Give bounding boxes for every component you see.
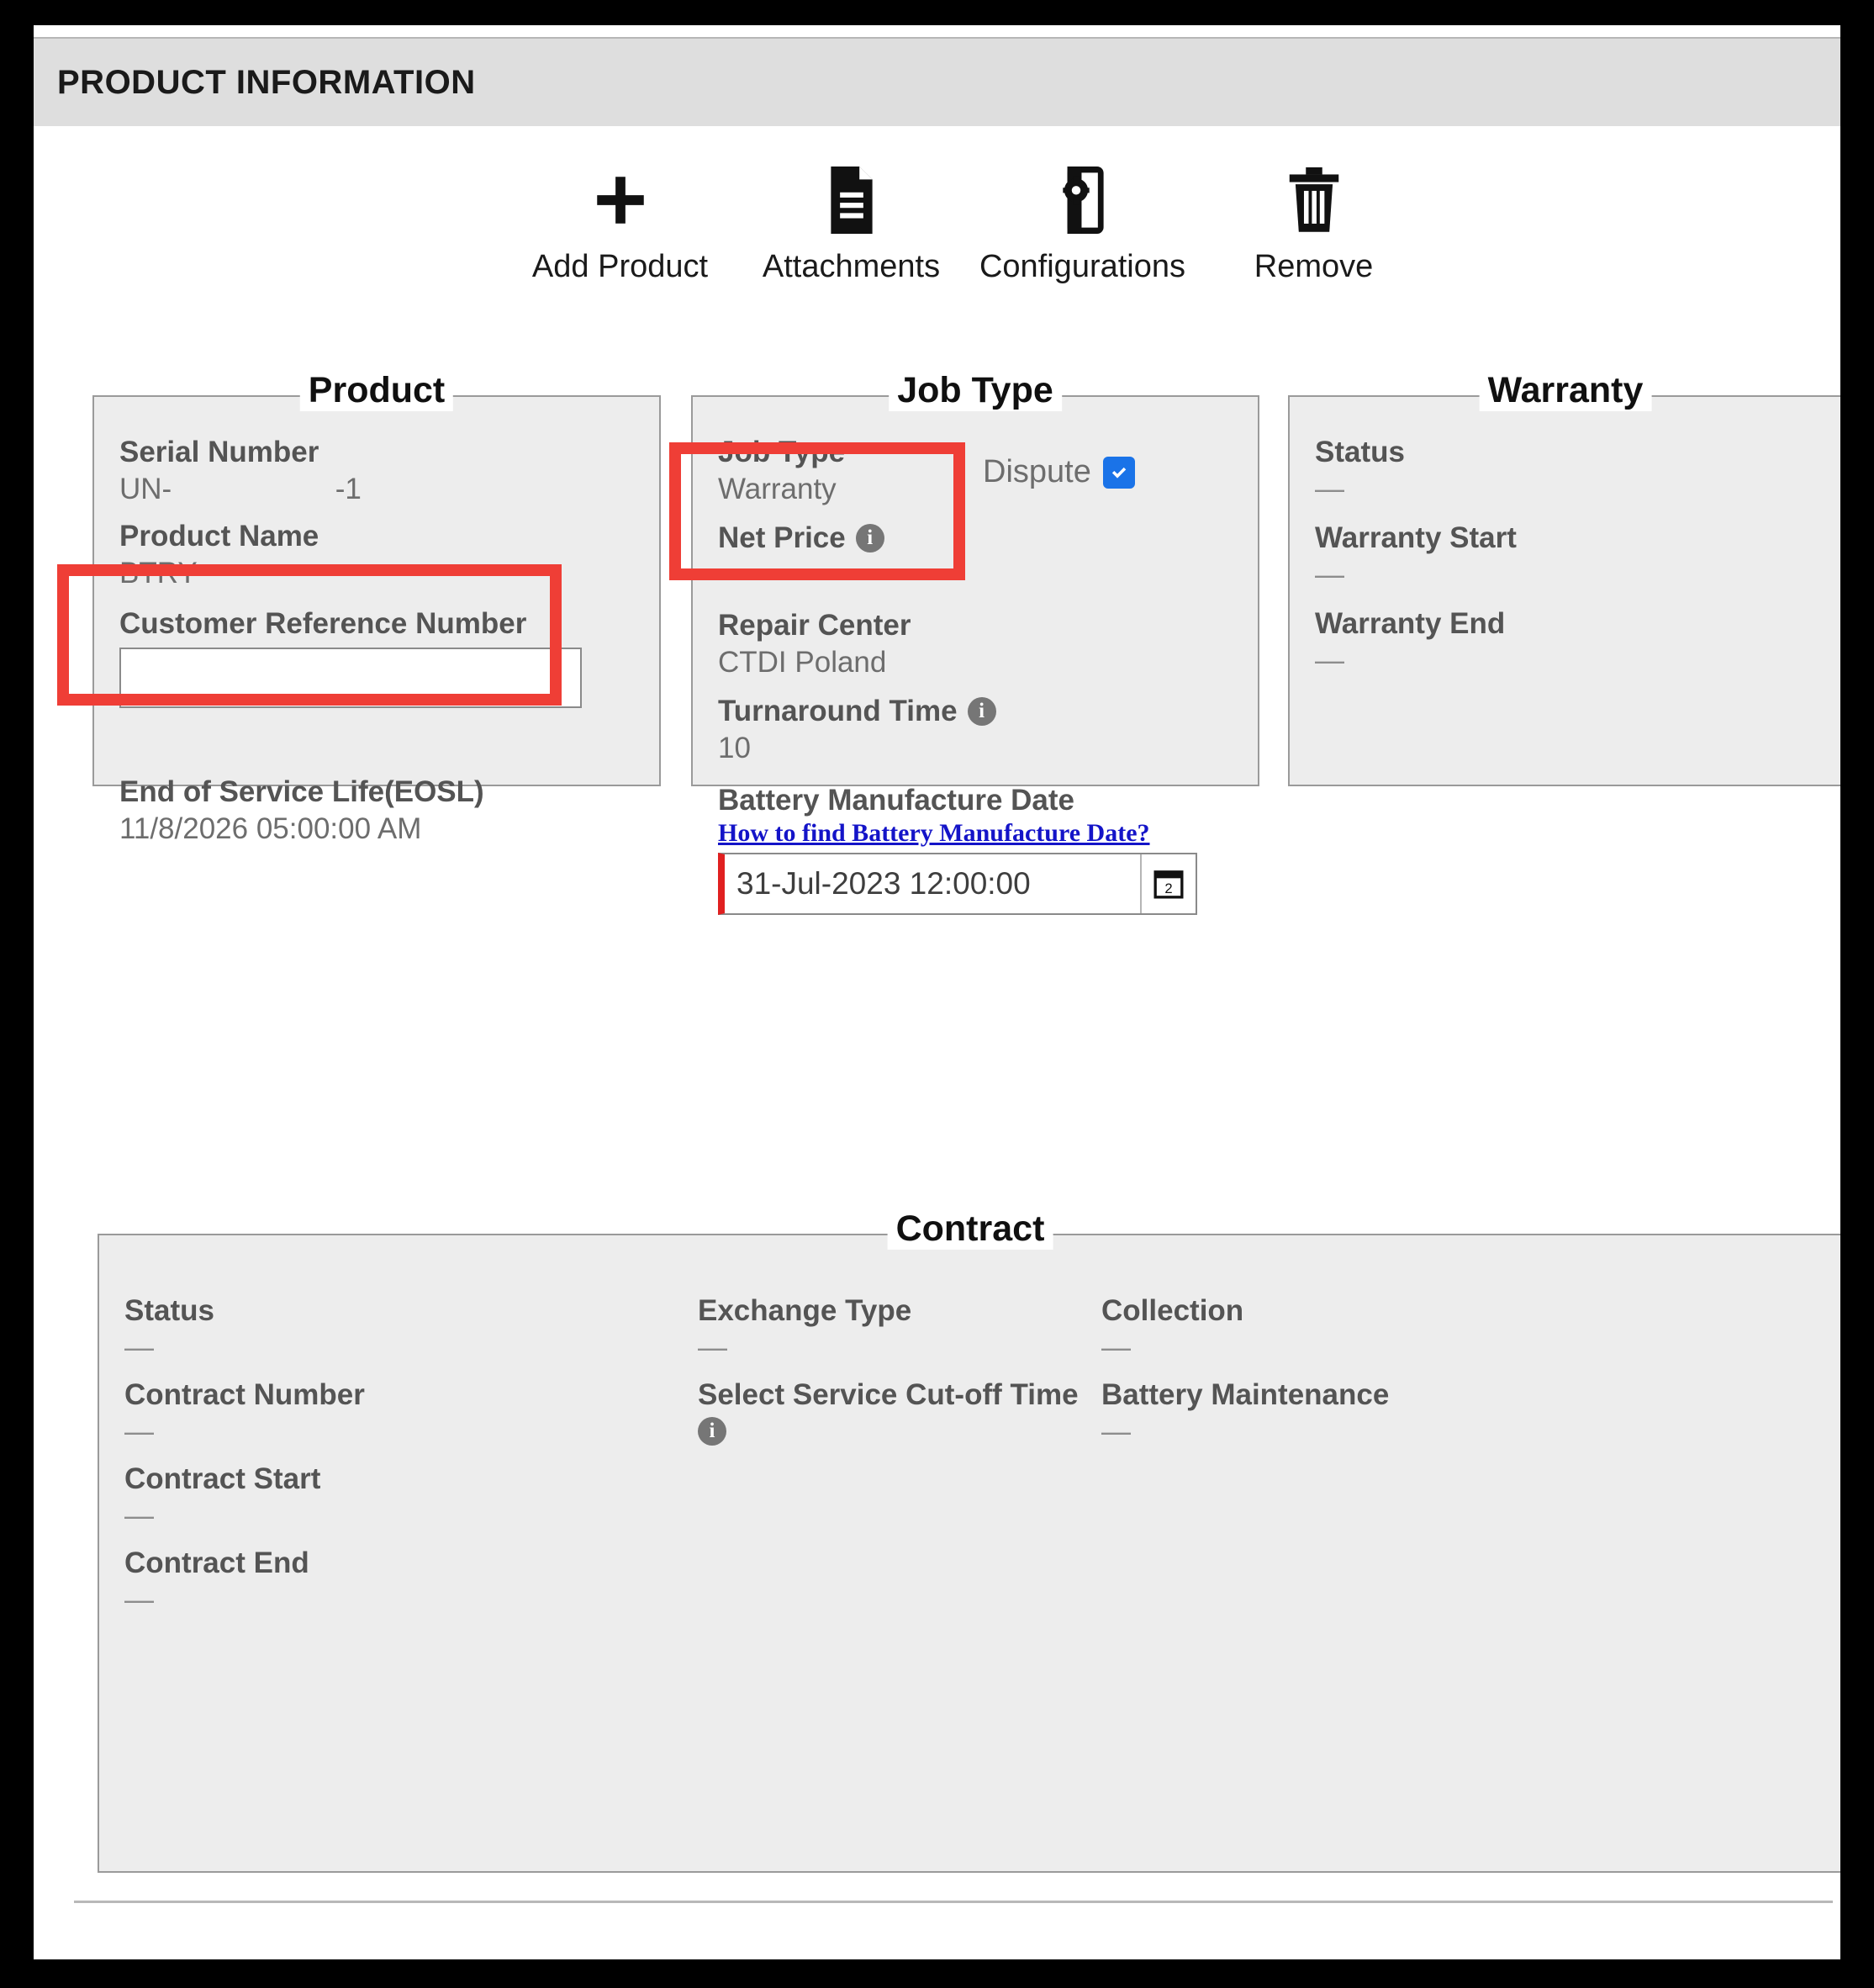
dispute-checkbox[interactable]: [1102, 456, 1135, 489]
warranty-end-label: Warranty End: [1315, 607, 1506, 640]
add-product-button[interactable]: Add Product: [504, 160, 736, 285]
contract-status-value: —: [124, 1331, 154, 1364]
contract-panel: Contract Status — Contract Number — Cont…: [98, 1208, 1840, 1873]
repair-center-value: CTDI Poland: [718, 646, 887, 679]
configurations-label: Configurations: [979, 249, 1186, 284]
product-name-value: BTRY-: [119, 557, 205, 590]
warranty-panel: Warranty Status — Warranty Start — Warra…: [1288, 370, 1840, 786]
remove-label: Remove: [1254, 249, 1374, 284]
field-customer-reference-number: Customer Reference Number: [119, 607, 582, 708]
job-type-panel: Job Type Job Type Warranty Dispute Net P…: [691, 370, 1259, 915]
collection-value: —: [1101, 1331, 1131, 1364]
battery-maintenance-label: Battery Maintenance: [1101, 1378, 1390, 1411]
product-panel-legend: Product: [299, 370, 454, 411]
customer-reference-number-input[interactable]: [119, 648, 582, 708]
field-net-price: Net Price i —: [718, 521, 884, 592]
calendar-picker-button[interactable]: 2: [1140, 854, 1196, 913]
toolbar: Add Product Attachments Configurations R…: [504, 160, 1429, 311]
turnaround-time-info-icon[interactable]: i: [967, 697, 996, 726]
eosl-label: End of Service Life(EOSL): [119, 775, 484, 808]
field-contract-end: Contract End —: [124, 1547, 309, 1617]
contract-start-value: —: [124, 1499, 154, 1532]
field-contract-number: Contract Number —: [124, 1378, 365, 1449]
turnaround-time-label-text: Turnaround Time: [718, 695, 958, 727]
field-collection: Collection —: [1101, 1294, 1243, 1365]
eosl-value: 11/8/2026 05:00:00 AM: [119, 812, 422, 845]
dispute-checkbox-row[interactable]: Dispute: [983, 454, 1135, 490]
serial-number-value: UN- -1: [119, 473, 362, 505]
field-repair-center: Repair Center CTDI Poland: [718, 609, 911, 679]
contract-end-value: —: [124, 1584, 154, 1616]
check-icon: [1111, 467, 1127, 478]
contract-status-label: Status: [124, 1294, 214, 1327]
add-product-label: Add Product: [531, 249, 709, 284]
net-price-label-text: Net Price: [718, 521, 846, 554]
contract-start-label: Contract Start: [124, 1462, 321, 1495]
field-warranty-start: Warranty Start —: [1315, 521, 1517, 592]
field-contract-start: Contract Start —: [124, 1462, 320, 1533]
exchange-type-label: Exchange Type: [698, 1294, 912, 1327]
contract-number-value: —: [124, 1415, 154, 1448]
battery-manufacture-date-label: Battery Manufacture Date: [718, 784, 1074, 817]
plus-icon: [589, 160, 652, 241]
net-price-value: —: [718, 558, 747, 591]
field-warranty-end: Warranty End —: [1315, 607, 1505, 678]
battery-date-help-link[interactable]: How to find Battery Manufacture Date?: [718, 819, 1197, 848]
document-icon: [825, 160, 879, 241]
turnaround-time-value: 10: [718, 732, 751, 764]
warranty-status-label: Status: [1315, 436, 1405, 468]
customer-reference-number-label: Customer Reference Number: [119, 607, 527, 640]
service-cutoff-time-info-icon[interactable]: i: [698, 1417, 726, 1446]
turnaround-time-label: Turnaround Time i: [718, 695, 996, 728]
dispute-label: Dispute: [983, 454, 1091, 489]
battery-manufacture-date-input[interactable]: [725, 854, 1140, 913]
configurations-button[interactable]: Configurations: [967, 160, 1198, 285]
field-eosl: End of Service Life(EOSL) 11/8/2026 05:0…: [119, 775, 484, 846]
job-type-value: Warranty: [718, 473, 837, 505]
field-contract-status: Status —: [124, 1294, 214, 1365]
calendar-icon: 2: [1153, 870, 1184, 899]
remove-button[interactable]: Remove: [1198, 160, 1429, 285]
field-warranty-status: Status —: [1315, 436, 1405, 506]
attachments-button[interactable]: Attachments: [736, 160, 967, 285]
contract-number-label: Contract Number: [124, 1378, 365, 1411]
service-cutoff-time-label: Select Service Cut-off Time: [698, 1378, 1079, 1411]
field-job-type: Job Type Warranty: [718, 436, 845, 506]
job-type-panel-legend: Job Type: [889, 370, 1062, 411]
attachments-label: Attachments: [762, 249, 941, 284]
warranty-start-label: Warranty Start: [1315, 521, 1517, 554]
job-type-label: Job Type: [718, 436, 846, 468]
product-panel: Product Serial Number UN- -1 Product Nam…: [92, 370, 661, 845]
svg-text:2: 2: [1164, 880, 1172, 896]
warranty-end-value: —: [1315, 644, 1344, 677]
product-name-label: Product Name: [119, 520, 319, 553]
section-header-bar: PRODUCT INFORMATION: [34, 37, 1840, 126]
contract-panel-legend: Contract: [887, 1208, 1053, 1250]
warranty-start-value: —: [1315, 558, 1344, 591]
device-gear-icon: [1056, 160, 1110, 241]
trash-icon: [1286, 160, 1342, 241]
bottom-divider: [74, 1901, 1833, 1903]
field-battery-maintenance: Battery Maintenance —: [1101, 1378, 1389, 1449]
contract-end-label: Contract End: [124, 1547, 309, 1579]
net-price-label: Net Price i: [718, 521, 884, 555]
field-product-name: Product Name BTRY-: [119, 520, 319, 590]
collection-label: Collection: [1101, 1294, 1244, 1327]
field-exchange-type: Exchange Type —: [698, 1294, 911, 1365]
repair-center-label: Repair Center: [718, 609, 911, 642]
field-serial-number: Serial Number UN- -1: [119, 436, 362, 506]
field-service-cutoff-time: Select Service Cut-off Time i: [698, 1378, 1079, 1446]
exchange-type-value: —: [698, 1331, 727, 1364]
application-window: PRODUCT INFORMATION Add Product Attachme…: [34, 25, 1840, 1959]
net-price-info-icon[interactable]: i: [855, 524, 884, 553]
page-title: PRODUCT INFORMATION: [57, 64, 476, 101]
warranty-panel-legend: Warranty: [1479, 370, 1652, 411]
battery-manufacture-date-group[interactable]: 2: [718, 853, 1197, 915]
battery-maintenance-value: —: [1101, 1415, 1131, 1448]
warranty-status-value: —: [1315, 473, 1344, 505]
field-battery-manufacture-date: Battery Manufacture Date How to find Bat…: [718, 784, 1197, 915]
serial-number-label: Serial Number: [119, 436, 319, 468]
field-turnaround-time: Turnaround Time i 10: [718, 695, 996, 765]
